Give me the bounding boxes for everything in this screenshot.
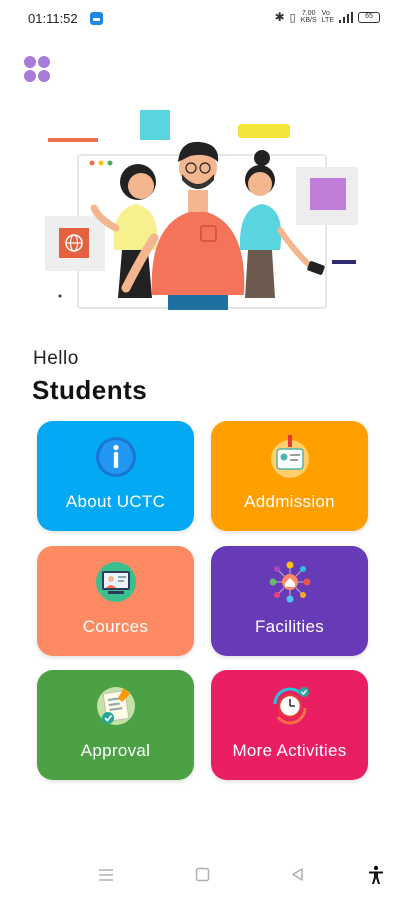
students-illustration [45, 110, 358, 310]
back-icon[interactable] [290, 867, 305, 882]
id-card-icon [270, 435, 309, 478]
about-uctc-label: About UCTC [65, 492, 166, 511]
facilities-card[interactable]: Facilities [211, 546, 368, 656]
bluetooth-icon: ✱ [274, 10, 285, 24]
facilities-label: Facilities [254, 617, 325, 636]
network-house-icon [269, 561, 310, 603]
status-bar: 01:11:52 ✱ ▯ 7.00 KB/S Vo LTE 65 [0, 0, 404, 38]
battery-icon: 65 [358, 11, 380, 23]
more-activities-card[interactable]: More Activities [211, 670, 368, 780]
admission-label: Addmission [244, 492, 335, 511]
accessibility-icon[interactable] [367, 865, 385, 885]
info-icon [95, 437, 136, 477]
gallery-notification-icon [90, 12, 103, 25]
online-class-icon [95, 562, 136, 602]
battery-level: 65 [365, 12, 373, 20]
approval-label: Approval [80, 741, 151, 760]
volte-label: Vo LTE [321, 10, 334, 24]
about-uctc-card[interactable]: About UCTC [37, 421, 194, 531]
approved-document-icon [96, 687, 135, 725]
admission-card[interactable]: Addmission [211, 421, 368, 531]
greeting-title: Students [32, 375, 148, 405]
menu-button[interactable] [24, 56, 52, 84]
status-time: 01:11:52 [28, 11, 78, 26]
greeting-hello: Hello [33, 348, 79, 369]
network-speed: 7.00 KB/S [300, 10, 317, 24]
home-icon[interactable] [195, 867, 210, 882]
recent-apps-icon[interactable] [98, 867, 114, 883]
status-icons: ✱ ▯ 7.00 KB/S Vo LTE 65 [275, 10, 380, 24]
more-activities-label: More Activities [232, 741, 347, 760]
vibrate-icon: ▯ [289, 11, 296, 24]
courses-label: Cources [82, 617, 149, 636]
clock-refresh-icon [273, 687, 309, 725]
system-navigation-bar [0, 855, 404, 900]
courses-card[interactable]: Cources [37, 546, 194, 656]
approval-card[interactable]: Approval [37, 670, 194, 780]
signal-icon [339, 11, 353, 23]
